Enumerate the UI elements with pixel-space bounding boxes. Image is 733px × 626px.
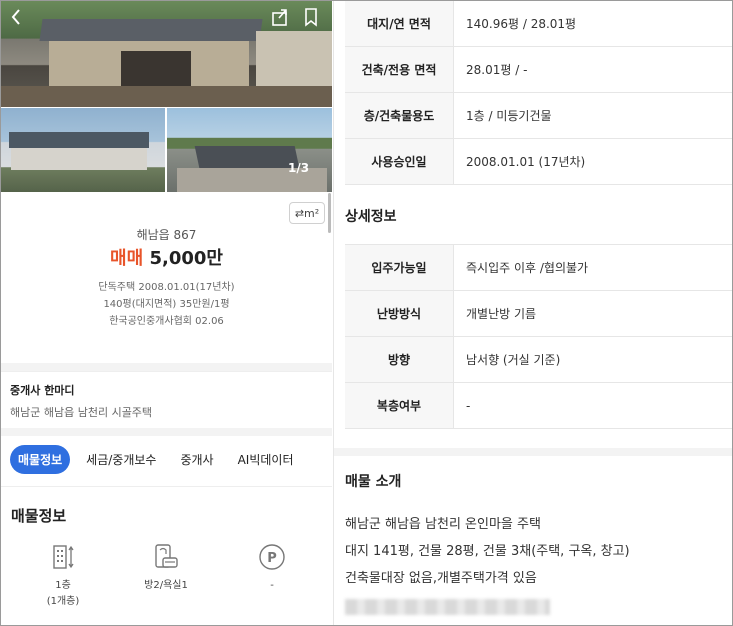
photo-thumb-roof bbox=[194, 146, 300, 168]
detail-row-floor-use: 층/건축물용도 1층 / 미등기건물 bbox=[345, 93, 732, 139]
meta-type-date: 단독주택 2008.01.01(17년차) bbox=[98, 282, 235, 293]
detail-value: 개별난방 기름 bbox=[466, 307, 537, 321]
photo-thumb-right[interactable] bbox=[167, 108, 332, 192]
intro-line: 건축물대장 없음,개별주택가격 있음 bbox=[345, 571, 537, 586]
section-divider bbox=[1, 363, 332, 371]
section-divider bbox=[1, 428, 332, 436]
detail-section-title: 상세정보 bbox=[345, 209, 397, 225]
detail-key: 층/건축물용도 bbox=[345, 93, 454, 138]
parking-icon: P bbox=[257, 542, 287, 572]
photo-counter: 1/3 bbox=[288, 161, 310, 175]
detail-row-heating: 난방방식 개별난방 기름 bbox=[345, 291, 732, 337]
detail-row-duplex: 복층여부 - bbox=[345, 383, 732, 429]
tab-property-info[interactable]: 매물정보 bbox=[10, 444, 71, 474]
agent-comment-title: 중개사 한마디 bbox=[10, 384, 75, 397]
listing-summary: 해남읍 867 매매 5,000만 단독주택 2008.01.01(17년차) … bbox=[1, 227, 332, 330]
tab-ai-data[interactable]: AI빅데이터 bbox=[230, 445, 302, 474]
price: 5,000만 bbox=[149, 248, 223, 269]
svg-text:P: P bbox=[267, 551, 277, 566]
detail-key: 방향 bbox=[345, 337, 454, 382]
detail-value: 1층 / 미등기건물 bbox=[466, 109, 552, 123]
property-info-title: 매물정보 bbox=[11, 507, 67, 525]
unit-toggle-button[interactable]: ⇄m² bbox=[289, 202, 325, 224]
agent-comment: 중개사 한마디 해남군 해남읍 남천리 시골주택 bbox=[1, 371, 332, 426]
share-icon[interactable] bbox=[271, 7, 289, 32]
deal-type: 매매 bbox=[110, 248, 144, 269]
details-panel: 대지/연 면적 140.96평 / 28.01평 건축/전용 면적 28.01평… bbox=[333, 1, 732, 625]
detail-row-move-in: 입주가능일 즉시입주 이후 /협의불가 bbox=[345, 245, 732, 291]
feature-floor: 1층 (1개층) bbox=[18, 542, 108, 610]
feature-parking: P - bbox=[227, 542, 317, 594]
intro-text: 해남군 해남읍 남천리 온인마을 주택 대지 141평, 건물 28평, 건물 … bbox=[345, 511, 725, 592]
agent-comment-text: 해남군 해남읍 남천리 시골주택 bbox=[10, 406, 153, 419]
detail-value: - bbox=[466, 398, 471, 413]
detail-row-building-area: 건축/전용 면적 28.01평 / - bbox=[345, 47, 732, 93]
detail-key: 사용승인일 bbox=[345, 139, 454, 184]
photo-roof bbox=[39, 19, 263, 41]
detail-key: 건축/전용 면적 bbox=[345, 47, 454, 92]
feature-rooms-label: 방2/욕실1 bbox=[144, 580, 188, 591]
price-line: 매매 5,000만 bbox=[1, 247, 332, 271]
detail-key: 복층여부 bbox=[345, 383, 454, 428]
listing-panel: 1/3 ⇄m² 해남읍 867 매매 5,000만 단독주택 2008.01.0… bbox=[1, 1, 332, 625]
photo-door bbox=[121, 51, 191, 86]
detail-value: 2008.01.01 (17년차) bbox=[466, 155, 586, 169]
feature-floor-sub: (1개층) bbox=[46, 596, 80, 607]
detail-row-direction: 방향 남서향 (거실 기준) bbox=[345, 337, 732, 383]
photo-thumb-left[interactable] bbox=[1, 108, 165, 192]
detail-row-approval-date: 사용승인일 2008.01.01 (17년차) bbox=[345, 139, 732, 185]
building-floor-icon bbox=[48, 542, 78, 572]
photo-thumb-roof bbox=[9, 132, 149, 148]
feature-parking-label: - bbox=[270, 580, 274, 591]
detail-key: 입주가능일 bbox=[345, 245, 454, 290]
detail-value: 즉시입주 이후 /협의불가 bbox=[466, 261, 589, 275]
detail-value: 28.01평 / - bbox=[466, 63, 528, 77]
blurred-contact bbox=[345, 599, 550, 615]
back-icon[interactable] bbox=[9, 7, 23, 32]
feature-floor-value: 1층 bbox=[55, 580, 71, 591]
feature-rooms: 방2/욕실1 bbox=[121, 542, 211, 594]
section-divider bbox=[334, 448, 732, 456]
tab-bar: 매물정보 세금/중개보수 중개사 AI빅데이터 bbox=[1, 442, 332, 476]
photo-ground bbox=[1, 86, 332, 107]
address-short: 해남읍 867 bbox=[136, 228, 197, 242]
intro-section-title: 매물 소개 bbox=[345, 474, 402, 490]
room-bath-icon bbox=[151, 542, 181, 572]
feature-floor-label: 1층 (1개층) bbox=[18, 578, 108, 610]
tab-tax-fee[interactable]: 세금/중개보수 bbox=[78, 445, 164, 474]
meta-source: 한국공인중개사협회 02.06 bbox=[109, 316, 224, 327]
intro-line: 대지 141평, 건물 28평, 건물 3채(주택, 구옥, 창고) bbox=[345, 544, 630, 559]
tab-agent[interactable]: 중개사 bbox=[172, 445, 221, 474]
tab-bar-border bbox=[1, 486, 332, 487]
photo-gallery[interactable]: 1/3 bbox=[1, 1, 332, 192]
detail-row-land-area: 대지/연 면적 140.96평 / 28.01평 bbox=[345, 1, 732, 47]
meta-area-price: 140평(대지면적) 35만원/1평 bbox=[103, 299, 230, 310]
detail-value: 남서향 (거실 기준) bbox=[466, 353, 561, 367]
detail-value: 140.96평 / 28.01평 bbox=[466, 17, 577, 31]
detail-key: 대지/연 면적 bbox=[345, 1, 454, 46]
detail-key: 난방방식 bbox=[345, 291, 454, 336]
bookmark-icon[interactable] bbox=[303, 7, 319, 32]
photo-side-building bbox=[256, 31, 332, 86]
intro-line: 해남군 해남읍 남천리 온인마을 주택 bbox=[345, 517, 541, 532]
photo-thumb-wall bbox=[11, 148, 147, 170]
